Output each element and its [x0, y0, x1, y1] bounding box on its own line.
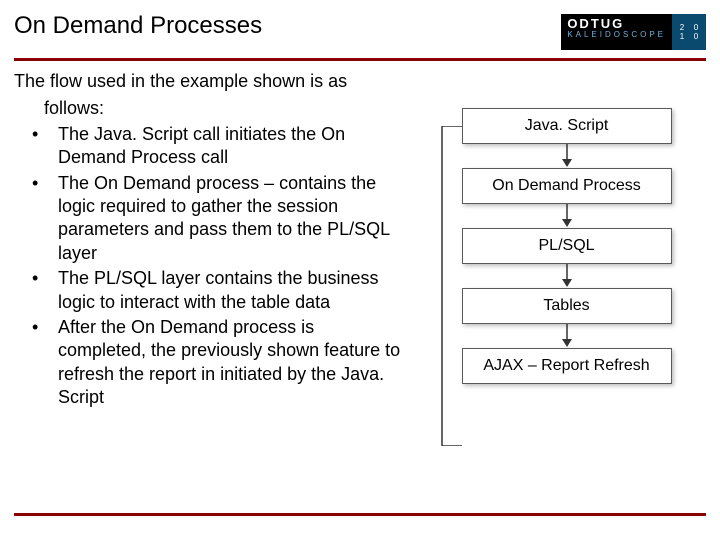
year-digit: 0 — [689, 32, 703, 41]
body: The flow used in the example shown is as… — [14, 70, 706, 500]
logo-line2: KALEIDOSCOPE — [567, 31, 666, 39]
logo-text: ODTUG KALEIDOSCOPE — [561, 14, 672, 50]
event-logo: ODTUG KALEIDOSCOPE 2 0 1 0 — [561, 14, 706, 50]
year-digit: 0 — [689, 23, 703, 32]
loopback-connector — [440, 126, 462, 446]
list-item: The PL/SQL layer contains the business l… — [14, 267, 402, 314]
logo-year: 2 0 1 0 — [672, 14, 706, 50]
diagram-column: Java. Script On Demand Process PL/SQL Ta… — [402, 70, 706, 500]
arrow-down-icon — [462, 264, 672, 288]
logo-line1: ODTUG — [567, 17, 666, 31]
page-title: On Demand Processes — [14, 12, 262, 40]
bullet-list: The Java. Script call initiates the On D… — [14, 123, 402, 410]
slide: On Demand Processes ODTUG KALEIDOSCOPE 2… — [0, 0, 720, 540]
intro-line: The flow used in the example shown is as — [14, 70, 402, 93]
flow-node: AJAX – Report Refresh — [462, 348, 672, 384]
flow-node: Tables — [462, 288, 672, 324]
list-item: The On Demand process – contains the log… — [14, 172, 402, 266]
flow-node: On Demand Process — [462, 168, 672, 204]
arrow-down-icon — [462, 204, 672, 228]
list-item: The Java. Script call initiates the On D… — [14, 123, 402, 170]
year-digit: 2 — [675, 23, 689, 32]
arrow-down-icon — [462, 324, 672, 348]
list-item: After the On Demand process is completed… — [14, 316, 402, 410]
flow-node: Java. Script — [462, 108, 672, 144]
header: On Demand Processes ODTUG KALEIDOSCOPE 2… — [14, 14, 706, 61]
flow-diagram: Java. Script On Demand Process PL/SQL Ta… — [432, 108, 706, 384]
intro-line: follows: — [14, 97, 402, 120]
arrow-down-icon — [462, 144, 672, 168]
year-digit: 1 — [675, 32, 689, 41]
flow-node: PL/SQL — [462, 228, 672, 264]
text-column: The flow used in the example shown is as… — [14, 70, 402, 500]
footer-rule — [14, 513, 706, 516]
